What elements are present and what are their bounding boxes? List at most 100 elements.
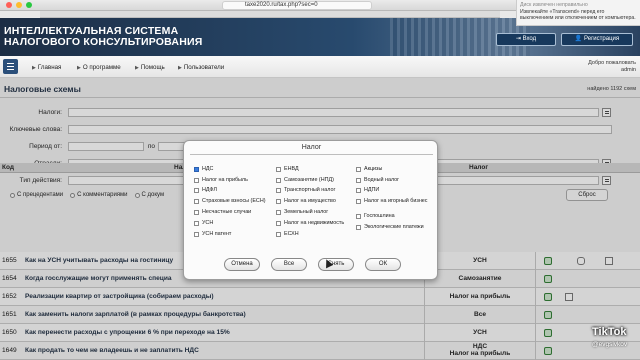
site-title-line2: НАЛОГОВОГО КОНСУЛЬТИРОВАНИЯ <box>4 36 203 48</box>
checkbox-icon <box>356 214 361 220</box>
main-nav: ▶ Главная ▶ О программе ▶ Помощь ▶ Пользоват… <box>0 56 640 78</box>
checkbox-land[interactable]: Земельный налог <box>276 209 329 216</box>
user-icon: 👤 <box>574 36 585 42</box>
zoom-window-icon[interactable] <box>26 2 32 8</box>
login-icon: ⇥ <box>515 36 523 42</box>
checkbox-icon <box>194 178 199 184</box>
checkbox-icon <box>356 188 361 194</box>
checkbox-icon <box>356 199 361 205</box>
checkbox-icon <box>356 178 361 184</box>
login-label: Вход <box>522 36 537 42</box>
nav-item-home[interactable]: ▶ Главная <box>32 64 61 71</box>
checkbox-ndpi[interactable]: НДПИ <box>356 187 380 194</box>
checkbox-envd[interactable]: ЕНВД <box>276 166 299 173</box>
nav-item-help[interactable]: ▶ Помощь <box>135 64 165 71</box>
login-button[interactable]: ⇥ Вход <box>496 33 556 46</box>
checkbox-label: Самозанятие (НПД) <box>284 177 334 183</box>
triangle-icon: ▶ <box>32 65 36 71</box>
checkbox-label: Акцизы <box>364 166 383 172</box>
checkbox-usn[interactable]: УСН <box>194 220 214 227</box>
triangle-icon: ▶ <box>135 65 139 71</box>
checkbox-icon <box>194 188 199 194</box>
checkbox-icon <box>276 167 281 173</box>
address-bar[interactable]: taxe2020.ru/tax.php?sec=0 <box>222 1 372 10</box>
checkbox-label: УСН <box>202 220 214 226</box>
cancel-button[interactable]: Отмена <box>224 258 260 271</box>
checkbox-real-estate[interactable]: Налог на недвижимость <box>276 220 345 227</box>
notification-text: Извлекайте «Transcend» перед его выключе… <box>520 8 636 22</box>
checkbox-nds[interactable]: НДС <box>194 166 214 173</box>
checkbox-property[interactable]: Налог на имущество <box>276 198 336 205</box>
checkbox-label: Налог на имущество <box>284 198 336 204</box>
select-all-button[interactable]: Все <box>271 258 307 271</box>
checkbox-icon <box>276 178 281 184</box>
register-button[interactable]: 👤 Регистрация <box>561 33 633 46</box>
minimize-window-icon[interactable] <box>16 2 22 8</box>
tiktok-logo: TikTok <box>592 326 627 338</box>
nav-item-users[interactable]: ▶ Пользователи <box>178 64 224 71</box>
nav-label: О программе <box>82 64 121 71</box>
browser-tab-strip[interactable] <box>40 11 500 18</box>
checkbox-label: УСН патент <box>202 231 232 237</box>
checkbox-gambling[interactable]: Налог на игорный бизнес <box>356 198 432 205</box>
nav-label: Пользователи <box>183 64 225 71</box>
close-window-icon[interactable] <box>6 2 12 8</box>
checkbox-accidents[interactable]: Несчастные случаи <box>194 209 252 216</box>
checkbox-icon <box>194 221 199 227</box>
checkbox-icon <box>194 167 199 173</box>
checkbox-label: Страховые взносы (ЕСН) <box>202 198 266 204</box>
checkbox-label: ЕСХН <box>284 231 299 237</box>
welcome-text: Добро пожаловать admin <box>588 60 636 73</box>
checkbox-label: Налог на игорный бизнес <box>364 198 428 204</box>
checkbox-label: НДПИ <box>364 187 380 193</box>
checkbox-profit-tax[interactable]: Налог на прибыль <box>194 177 248 184</box>
username: admin <box>621 66 636 73</box>
checkbox-label: Налог на недвижимость <box>284 220 345 226</box>
checkbox-excise[interactable]: Акцизы <box>356 166 383 173</box>
window-controls[interactable] <box>6 2 32 8</box>
checkbox-insurance[interactable]: Страховые взносы (ЕСН) <box>194 198 266 205</box>
checkbox-label: НДС <box>202 166 214 172</box>
site-title: ИНТЕЛЛЕКТУАЛЬНАЯ СИСТЕМА НАЛОГОВОГО КОНС… <box>4 26 203 48</box>
dialog-title: Налог <box>301 144 322 151</box>
checkbox-icon <box>276 188 281 194</box>
system-notification[interactable]: Диск извлечен неправильно Извлекайте «Tr… <box>516 0 640 26</box>
checkbox-label: Налог на прибыль <box>202 177 248 183</box>
checkbox-icon <box>276 221 281 227</box>
checkbox-label: Несчастные случаи <box>202 209 252 215</box>
hamburger-menu-button[interactable] <box>3 59 18 74</box>
checkbox-icon <box>356 167 361 173</box>
checkbox-transport[interactable]: Транспортный налог <box>276 187 336 194</box>
checkbox-label: Транспортный налог <box>284 187 336 193</box>
checkbox-icon <box>194 199 199 205</box>
checkbox-icon <box>356 225 361 231</box>
welcome-line: Добро пожаловать <box>588 60 636 66</box>
checkbox-label: Водный налог <box>364 177 400 183</box>
checkbox-label: Госпошлина <box>364 213 395 219</box>
checkbox-self-employed[interactable]: Самозанятие (НПД) <box>276 177 334 184</box>
nav-label: Главная <box>37 64 62 71</box>
triangle-icon: ▶ <box>77 65 81 71</box>
checkbox-ecology[interactable]: Экологические платежи <box>356 224 424 231</box>
ok-button[interactable]: ОК <box>365 258 401 271</box>
tiktok-handle: @evgsivkov <box>592 341 628 348</box>
checkbox-usn-patent[interactable]: УСН патент <box>194 231 232 238</box>
checkbox-eshn[interactable]: ЕСХН <box>276 231 299 238</box>
checkbox-water[interactable]: Водный налог <box>356 177 400 184</box>
checkbox-ndfl[interactable]: НДФЛ <box>194 187 217 194</box>
triangle-icon: ▶ <box>178 65 182 71</box>
checkbox-label: НДФЛ <box>202 187 217 193</box>
register-label: Регистрация <box>584 36 620 42</box>
checkbox-icon <box>276 210 281 216</box>
nav-label: Помощь <box>140 64 165 71</box>
checkbox-label: Экологические платежи <box>364 224 424 230</box>
checkbox-icon <box>276 199 281 205</box>
divider <box>190 154 433 155</box>
checkbox-state-duty[interactable]: Госпошлина <box>356 213 395 220</box>
checkbox-icon <box>276 232 281 238</box>
checkbox-label: ЕНВД <box>284 166 299 172</box>
nav-item-about[interactable]: ▶ О программе <box>77 64 121 71</box>
checkbox-label: Земельный налог <box>284 209 329 215</box>
checkbox-icon <box>194 232 199 238</box>
checkbox-icon <box>194 210 199 216</box>
